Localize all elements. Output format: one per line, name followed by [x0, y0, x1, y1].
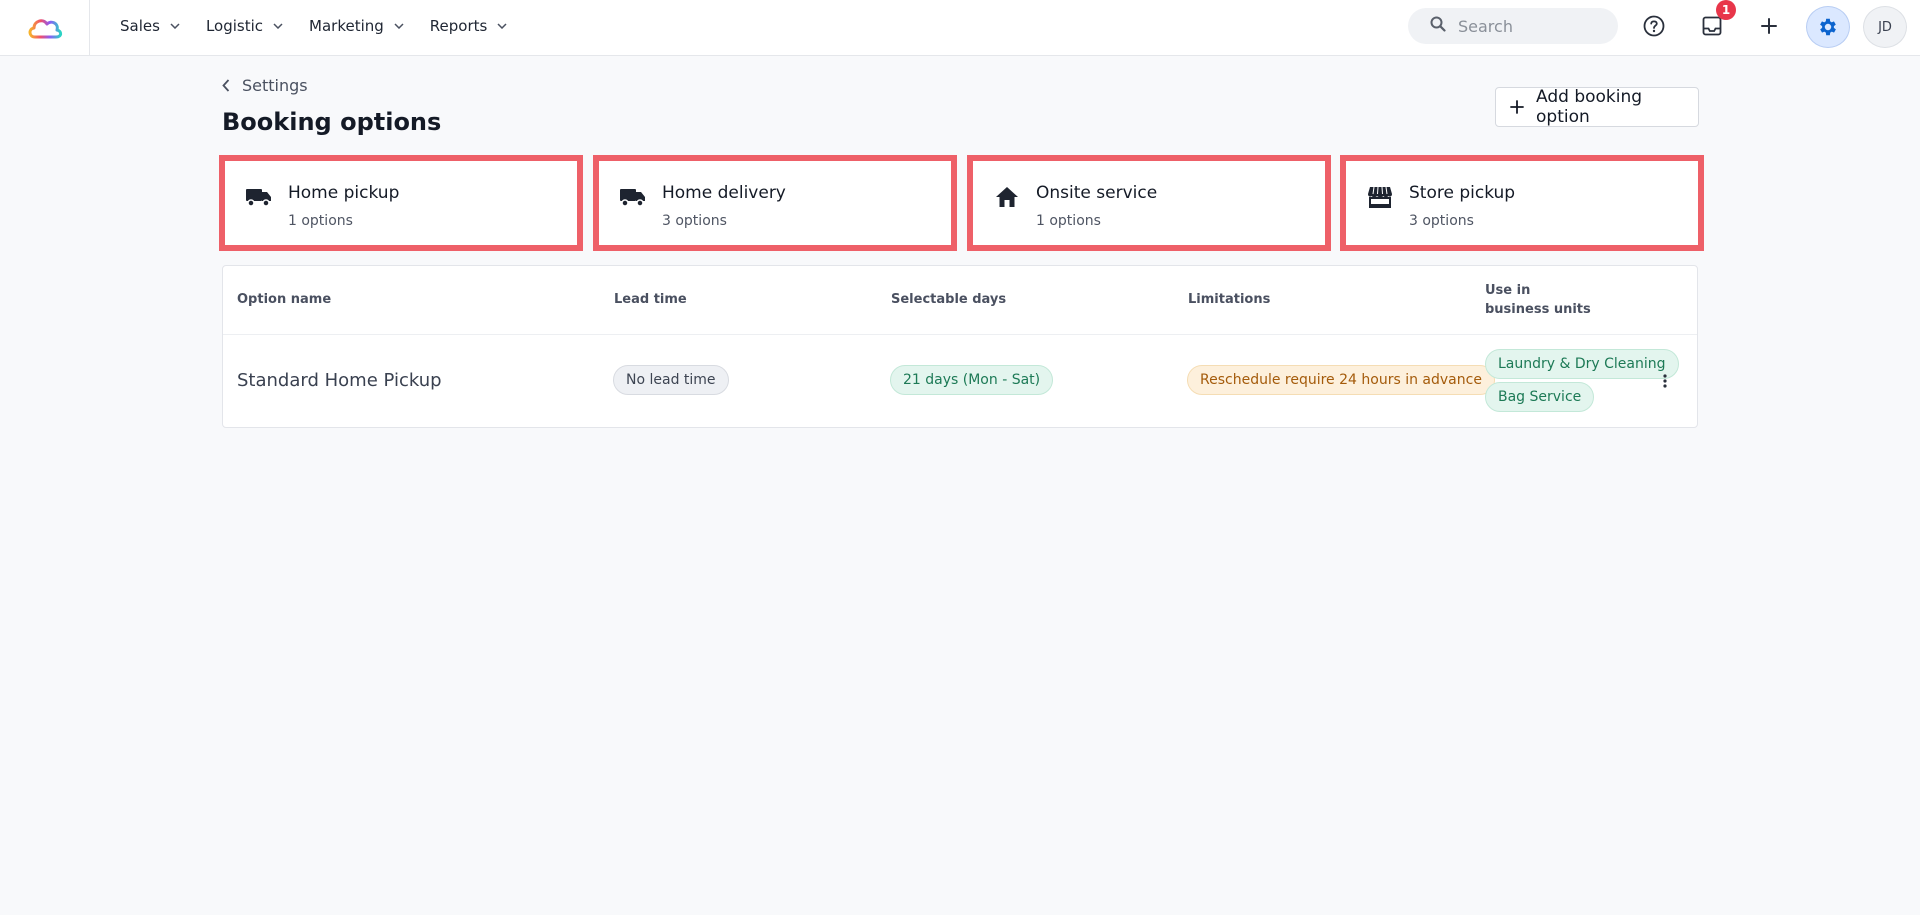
- top-bar: Sales Logistic Marketing Reports 1: [0, 0, 1920, 56]
- card-home-pickup[interactable]: Home pickup 1 options: [219, 155, 583, 251]
- business-unit-badge: Laundry & Dry Cleaning: [1485, 349, 1679, 379]
- chevron-left-icon: [222, 79, 230, 92]
- add-booking-option-button[interactable]: Add booking option: [1495, 87, 1699, 127]
- house-icon: [993, 183, 1021, 211]
- column-header-lead-time[interactable]: Lead time: [614, 290, 687, 309]
- card-onsite-service[interactable]: Onsite service 1 options: [967, 155, 1331, 251]
- nav-reports-label: Reports: [429, 17, 488, 35]
- inbox-button[interactable]: 1: [1694, 0, 1736, 44]
- card-subtitle: 1 options: [1036, 213, 1101, 229]
- card-title: Onsite service: [1036, 183, 1158, 203]
- store-icon: [1366, 183, 1394, 211]
- card-title: Home pickup: [288, 183, 400, 203]
- settings-button[interactable]: [1806, 6, 1850, 48]
- more-vertical-icon: [1663, 374, 1667, 388]
- row-divider: [223, 334, 1697, 335]
- chevron-down-icon: [394, 23, 404, 29]
- column-header-option-name[interactable]: Option name: [237, 290, 331, 309]
- card-title: Home delivery: [662, 183, 786, 203]
- limitations-badge: Reschedule require 24 hours in advance: [1187, 365, 1495, 395]
- booking-options-table: Option name Lead time Selectable days Li…: [222, 265, 1698, 428]
- option-name-cell[interactable]: Standard Home Pickup: [237, 370, 442, 391]
- card-title: Store pickup: [1409, 183, 1516, 203]
- card-subtitle: 1 options: [288, 213, 353, 229]
- nav-marketing-label: Marketing: [309, 17, 384, 35]
- page-title: Booking options: [222, 108, 442, 136]
- search-input[interactable]: [1458, 16, 1608, 36]
- column-header-limitations[interactable]: Limitations: [1188, 290, 1270, 309]
- truck-icon: [619, 183, 647, 211]
- breadcrumb-back[interactable]: Settings: [222, 76, 308, 95]
- breadcrumb-label: Settings: [242, 76, 308, 95]
- truck-icon: [245, 183, 273, 211]
- nav-sales-label: Sales: [120, 17, 160, 35]
- selectable-days-badge: 21 days (Mon - Sat): [890, 365, 1054, 395]
- lead-time-badge: No lead time: [613, 365, 729, 395]
- nav-marketing[interactable]: Marketing: [309, 17, 404, 35]
- column-header-business-units[interactable]: Use in business units: [1485, 281, 1595, 319]
- chevron-down-icon: [497, 23, 507, 29]
- nav-logistic[interactable]: Logistic: [206, 17, 283, 35]
- nav-sales[interactable]: Sales: [120, 17, 180, 35]
- gear-icon: [1820, 18, 1836, 36]
- chevron-down-icon: [273, 23, 283, 29]
- plus-icon: [1761, 18, 1777, 34]
- chevron-down-icon: [170, 23, 180, 29]
- user-initials: JD: [1878, 19, 1892, 35]
- card-home-delivery[interactable]: Home delivery 3 options: [593, 155, 957, 251]
- nav-logistic-label: Logistic: [205, 17, 264, 35]
- help-button[interactable]: [1636, 8, 1672, 44]
- help-icon: [1643, 15, 1665, 37]
- add-booking-option-label: Add booking option: [1536, 87, 1643, 127]
- nav-reports[interactable]: Reports: [430, 17, 508, 35]
- app-logo[interactable]: [0, 0, 90, 56]
- main-nav: Sales Logistic Marketing Reports: [120, 0, 533, 52]
- row-more-actions-button[interactable]: [1655, 370, 1675, 392]
- cloud-logo-icon: [28, 19, 62, 39]
- search-box[interactable]: [1408, 8, 1618, 44]
- card-subtitle: 3 options: [1409, 213, 1474, 229]
- plus-icon: [1510, 100, 1524, 114]
- business-unit-badge: Bag Service: [1485, 382, 1595, 412]
- create-button[interactable]: [1751, 8, 1787, 44]
- search-icon: [1430, 16, 1446, 36]
- notification-badge: 1: [1716, 0, 1736, 20]
- column-header-selectable-days[interactable]: Selectable days: [891, 290, 1006, 309]
- user-avatar[interactable]: JD: [1863, 6, 1907, 48]
- card-subtitle: 3 options: [662, 213, 727, 229]
- card-store-pickup[interactable]: Store pickup 3 options: [1340, 155, 1704, 251]
